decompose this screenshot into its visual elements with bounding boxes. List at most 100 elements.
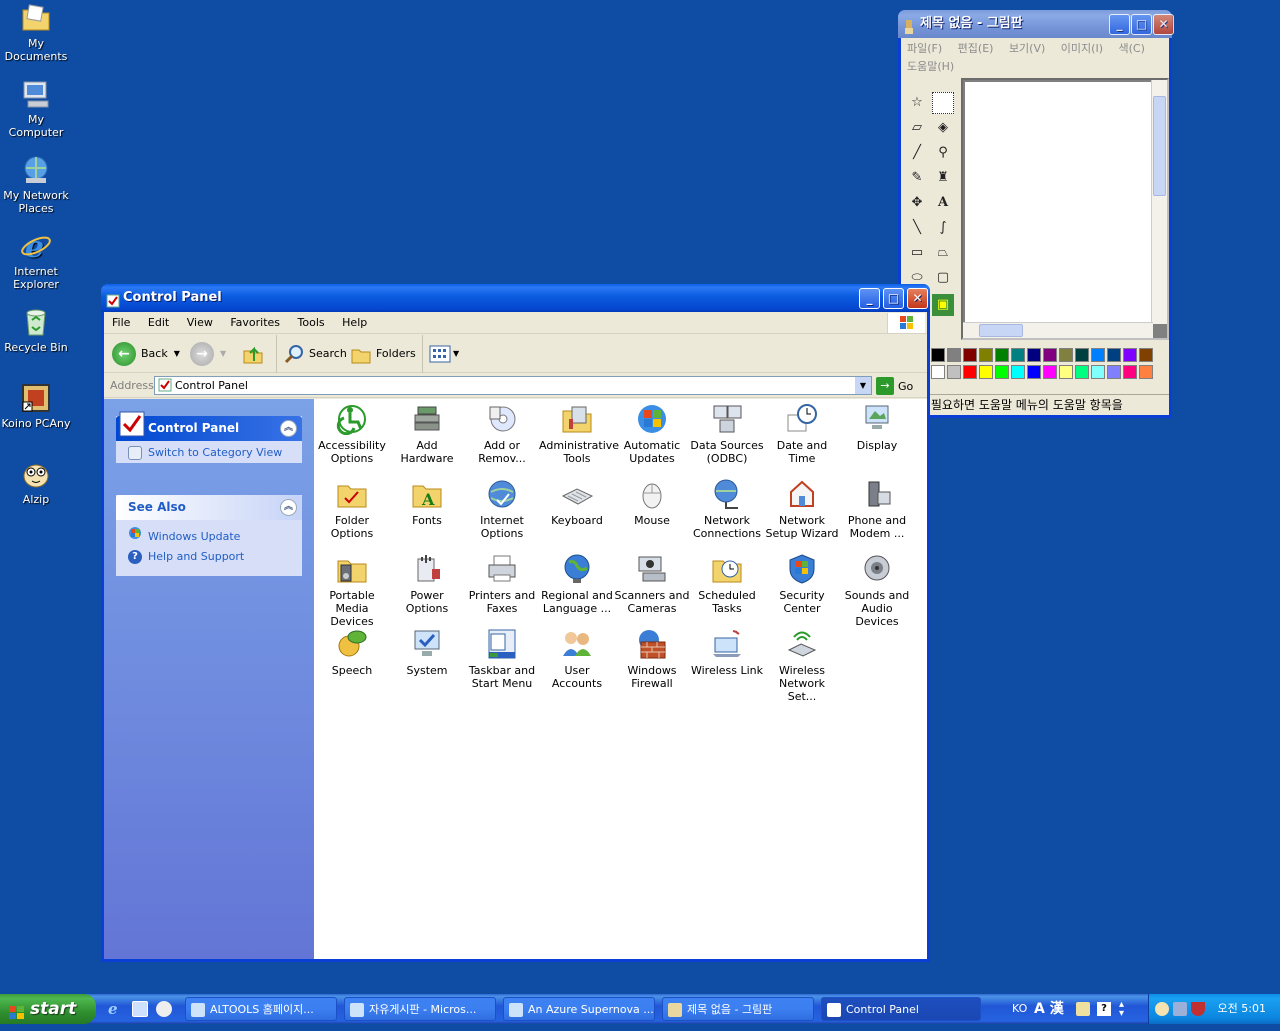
airbrush-icon[interactable]: ✥	[906, 192, 928, 214]
item-data-sources-odbc[interactable]: Data Sources (ODBC)	[689, 403, 765, 465]
collapse-chevron-icon[interactable]: ︽	[280, 420, 297, 437]
forward-dropdown-icon[interactable]: ▼	[220, 335, 226, 373]
menu-file[interactable]: File	[112, 316, 130, 329]
start-button[interactable]: start	[0, 994, 96, 1024]
eraser-icon[interactable]: ▱	[906, 117, 928, 139]
color-swatch[interactable]	[963, 365, 977, 379]
color-swatch[interactable]	[1011, 365, 1025, 379]
color-swatch[interactable]	[947, 348, 961, 362]
color-swatch[interactable]	[1059, 348, 1073, 362]
brush-icon[interactable]: ♜	[932, 167, 954, 189]
color-swatch[interactable]	[1091, 365, 1105, 379]
quick-launch-desktop-icon[interactable]	[132, 1001, 148, 1017]
rounded-rectangle-icon[interactable]: ▢	[932, 267, 954, 289]
item-regional-and-language[interactable]: Regional and Language ...	[539, 553, 615, 615]
maximize-button[interactable]: □	[883, 288, 904, 309]
desktop-icon-alzip[interactable]: Alzip	[0, 458, 72, 506]
paint-menu-help[interactable]: 도움말(H)	[907, 60, 954, 73]
color-swatch[interactable]	[1027, 365, 1041, 379]
item-wireless-link[interactable]: Wireless Link	[689, 628, 765, 677]
color-swatch[interactable]	[931, 365, 945, 379]
help-and-support-link[interactable]: ? Help and Support	[116, 547, 302, 567]
color-swatch[interactable]	[1123, 348, 1137, 362]
back-button[interactable]: ← Back ▼	[112, 335, 180, 373]
minimize-button[interactable]: _	[859, 288, 880, 309]
color-swatch[interactable]	[1107, 365, 1121, 379]
item-automatic-updates[interactable]: Automatic Updates	[614, 403, 690, 465]
paint-menu-colors[interactable]: 색(C)	[1118, 42, 1144, 55]
control-panel-taskbox-header[interactable]: Control Panel ︽	[116, 411, 302, 441]
taskbar-button-azure-supernova[interactable]: An Azure Supernova ...	[503, 997, 655, 1021]
paint-maximize-button[interactable]: □	[1131, 14, 1152, 35]
color-swatch[interactable]	[995, 348, 1009, 362]
desktop-icon-internet-explorer[interactable]: e Internet Explorer	[0, 230, 72, 291]
tray-alzip-icon[interactable]	[1155, 1002, 1169, 1016]
free-select-icon[interactable]: ☆	[906, 92, 928, 114]
item-printers-and-faxes[interactable]: Printers and Faxes	[464, 553, 540, 615]
see-also-header[interactable]: See Also ︽	[116, 495, 302, 520]
paint-menu-image[interactable]: 이미지(I)	[1061, 42, 1103, 55]
quick-launch-ie-icon[interactable]: e	[108, 1001, 124, 1017]
pencil-icon[interactable]: ✎	[906, 167, 928, 189]
paint-close-button[interactable]: ✕	[1153, 14, 1174, 35]
color-swatch[interactable]	[1011, 348, 1025, 362]
search-button[interactable]: Search	[276, 335, 347, 373]
paint-menu-view[interactable]: 보기(V)	[1009, 42, 1045, 55]
paint-minimize-button[interactable]: _	[1109, 14, 1130, 35]
item-network-connections[interactable]: Network Connections	[689, 478, 765, 540]
color-swatch[interactable]	[1027, 348, 1041, 362]
color-swatch[interactable]	[979, 365, 993, 379]
color-swatch[interactable]	[1075, 365, 1089, 379]
item-network-setup-wizard[interactable]: Network Setup Wizard	[764, 478, 840, 540]
windows-update-link[interactable]: Windows Update	[116, 526, 302, 547]
paint-menu-file[interactable]: 파일(F)	[907, 42, 942, 55]
item-wireless-network-setup[interactable]: Wireless Network Set...	[764, 628, 840, 703]
item-scanners-and-cameras[interactable]: Scanners and Cameras	[614, 553, 690, 615]
transparent-option-icon[interactable]: ▣	[932, 294, 954, 316]
color-swatch[interactable]	[1139, 365, 1153, 379]
paint-horizontal-scrollbar[interactable]	[963, 322, 1153, 338]
views-button[interactable]: ▼	[422, 335, 459, 373]
item-sounds-and-audio-devices[interactable]: Sounds and Audio Devices	[839, 553, 915, 628]
color-swatch[interactable]	[931, 348, 945, 362]
item-administrative-tools[interactable]: Administrative Tools	[539, 403, 619, 465]
item-fonts[interactable]: A Fonts	[389, 478, 465, 527]
menu-help[interactable]: Help	[342, 316, 367, 329]
color-swatch[interactable]	[1107, 348, 1121, 362]
folders-button[interactable]: Folders	[350, 335, 416, 373]
paint-vertical-scrollbar[interactable]	[1151, 80, 1167, 324]
menu-tools[interactable]: Tools	[298, 316, 325, 329]
item-system[interactable]: System	[389, 628, 465, 677]
ime-mode-indicator[interactable]: A 漢	[1034, 994, 1064, 1024]
item-accessibility-options[interactable]: Accessibility Options	[314, 403, 390, 465]
item-add-or-remove-programs[interactable]: Add or Remov...	[464, 403, 540, 465]
taskbar-button-control-panel[interactable]: Control Panel	[821, 997, 981, 1021]
color-swatch[interactable]	[1043, 365, 1057, 379]
paint-canvas[interactable]	[965, 82, 1153, 322]
color-swatch[interactable]	[1123, 365, 1137, 379]
color-swatch[interactable]	[995, 365, 1009, 379]
paint-hscroll-thumb[interactable]	[979, 324, 1023, 337]
taskbar-button-altools[interactable]: ALTOOLS 홈페이지...	[185, 997, 337, 1021]
item-power-options[interactable]: Power Options	[389, 553, 465, 615]
item-taskbar-and-start-menu[interactable]: Taskbar and Start Menu	[464, 628, 540, 690]
paint-canvas-area[interactable]	[961, 78, 1169, 340]
menu-edit[interactable]: Edit	[148, 316, 169, 329]
desktop-icon-recycle-bin[interactable]: Recycle Bin	[0, 306, 72, 354]
desktop-icon-my-network-places[interactable]: My Network Places	[0, 154, 72, 215]
paint-titlebar[interactable]: 제목 없음 - 그림판 _ □ ✕	[898, 10, 1174, 38]
fill-icon[interactable]: ◈	[932, 117, 954, 139]
text-icon[interactable]: A	[932, 192, 954, 214]
line-icon[interactable]: ╲	[906, 217, 928, 239]
color-swatch[interactable]	[1043, 348, 1057, 362]
address-dropdown-icon[interactable]: ▼	[855, 377, 871, 394]
item-portable-media-devices[interactable]: Portable Media Devices	[314, 553, 390, 628]
polygon-icon[interactable]: ⏢	[932, 242, 954, 264]
item-windows-firewall[interactable]: Windows Firewall	[614, 628, 690, 690]
item-date-and-time[interactable]: Date and Time	[764, 403, 840, 465]
clock[interactable]: 오전 5:01	[1218, 994, 1266, 1024]
select-icon[interactable]	[932, 92, 954, 114]
item-user-accounts[interactable]: User Accounts	[539, 628, 615, 690]
color-swatch[interactable]	[1091, 348, 1105, 362]
color-swatch[interactable]	[979, 348, 993, 362]
